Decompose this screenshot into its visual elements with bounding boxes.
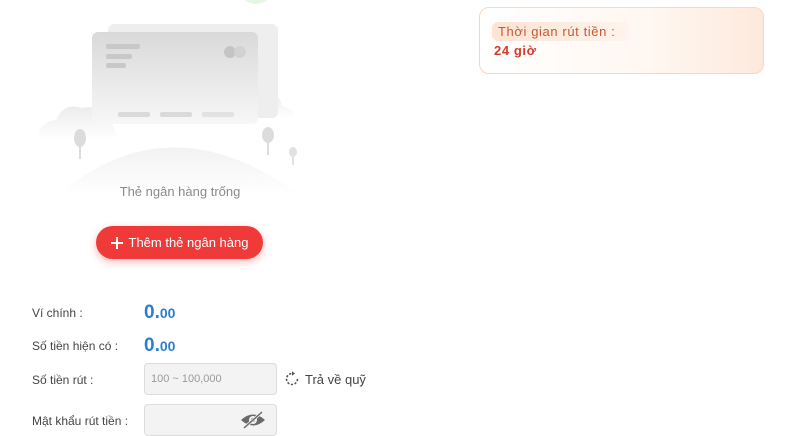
refresh-icon xyxy=(285,371,299,386)
main-wallet-label: Ví chính : xyxy=(32,306,83,320)
withdraw-amount-input[interactable] xyxy=(144,363,277,395)
add-bank-card-label: Thêm thẻ ngân hàng xyxy=(128,235,249,250)
available-balance: 0.00 xyxy=(144,335,175,357)
available-balance-int: 0. xyxy=(144,335,160,356)
main-wallet-balance: 0.00 xyxy=(144,302,175,324)
withdraw-time-label: Thời gian rút tiền : xyxy=(492,22,630,41)
main-wallet-balance-int: 0. xyxy=(144,302,160,323)
empty-card-illustration xyxy=(38,24,300,195)
main-wallet-balance-dec: 00 xyxy=(159,305,176,321)
withdraw-time-value: 24 giờ xyxy=(494,43,537,58)
return-to-fund-label: Trả về quỹ xyxy=(305,371,366,387)
return-to-fund-button[interactable]: Trả về quỹ xyxy=(283,370,366,388)
available-balance-dec: 00 xyxy=(159,338,176,354)
plus-icon xyxy=(110,236,123,249)
withdraw-amount-label: Số tiền rút : xyxy=(32,373,94,387)
withdraw-time-card: Thời gian rút tiền : 24 giờ xyxy=(479,7,764,74)
empty-bank-card-text: Thẻ ngân hàng trống xyxy=(119,184,241,199)
add-bank-card-button[interactable]: Thêm thẻ ngân hàng xyxy=(96,226,263,259)
available-balance-label: Số tiền hiện có : xyxy=(32,339,119,353)
withdraw-password-label: Mật khẩu rút tiền : xyxy=(32,414,129,428)
eye-slash-icon[interactable] xyxy=(240,410,266,430)
